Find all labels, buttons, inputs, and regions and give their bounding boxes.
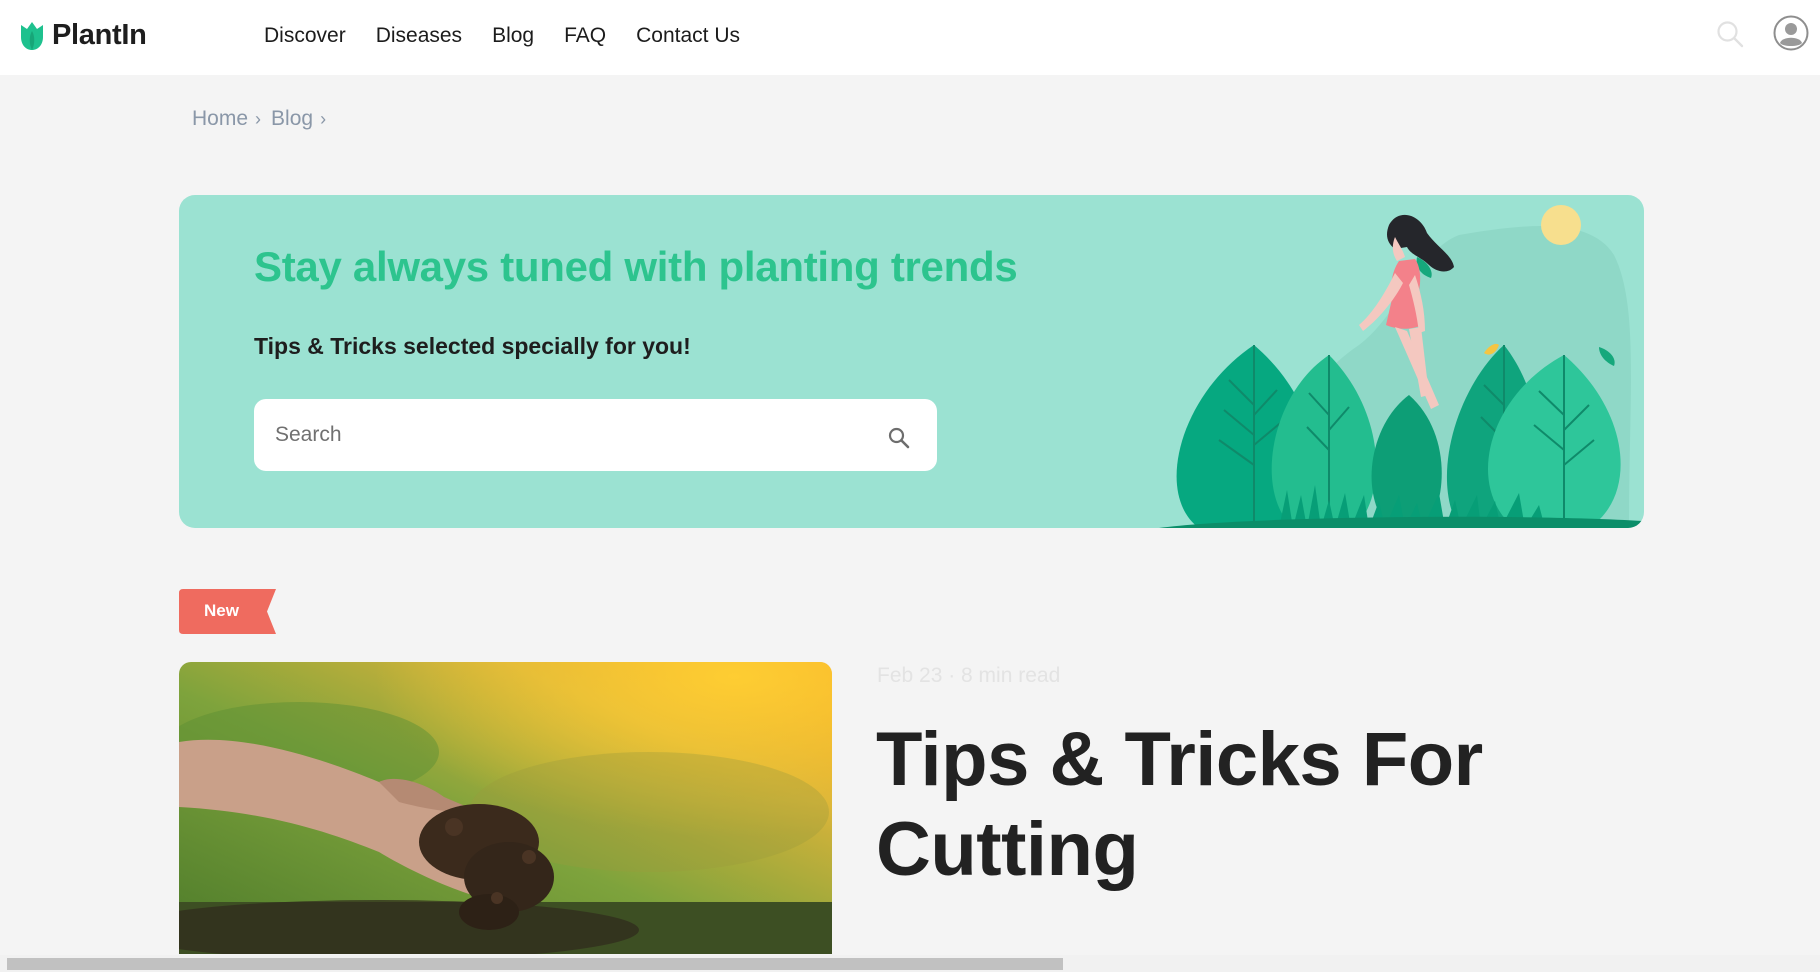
tulip-logo-icon [21, 21, 43, 50]
featured-article-image[interactable] [179, 662, 832, 954]
hand-holding-soil-photo [179, 662, 832, 954]
nav-faq[interactable]: FAQ [564, 22, 606, 50]
chevron-right-icon: › [320, 108, 327, 129]
user-avatar-icon[interactable] [1773, 15, 1809, 51]
hero-banner: Stay always tuned with planting trends T… [179, 195, 1644, 528]
horizontal-scrollbar[interactable] [0, 955, 1820, 972]
main-nav: Discover Diseases Blog FAQ Contact Us [264, 22, 740, 50]
nav-contact-us[interactable]: Contact Us [636, 22, 740, 50]
search-icon[interactable] [1715, 19, 1745, 49]
logo[interactable]: PlantIn [18, 19, 147, 52]
chevron-right-icon: › [255, 108, 262, 129]
logo-text: PlantIn [52, 19, 147, 51]
gardening-woman-illustration [1159, 205, 1644, 528]
nav-blog[interactable]: Blog [492, 22, 534, 50]
nav-diseases[interactable]: Diseases [376, 22, 462, 50]
article-title[interactable]: Tips & Tricks For Cutting [876, 715, 1576, 895]
breadcrumb-home[interactable]: Home [192, 107, 248, 131]
new-badge: New [179, 589, 276, 634]
nav-discover[interactable]: Discover [264, 22, 346, 50]
hero-title: Stay always tuned with planting trends [254, 243, 1018, 290]
scrollbar-thumb[interactable] [7, 958, 1063, 970]
blog-search-input[interactable] [254, 399, 875, 471]
top-navbar: PlantIn Discover Diseases Blog FAQ Conta… [0, 0, 1820, 75]
blog-search-box [254, 399, 937, 471]
search-icon[interactable] [886, 425, 912, 451]
new-badge-label: New [204, 601, 239, 620]
article-meta: Feb 23 · 8 min read [877, 664, 1061, 687]
hero-subtitle: Tips & Tricks selected specially for you… [254, 333, 691, 359]
breadcrumb: Home › Blog › [192, 107, 336, 131]
breadcrumb-blog[interactable]: Blog [271, 107, 313, 131]
